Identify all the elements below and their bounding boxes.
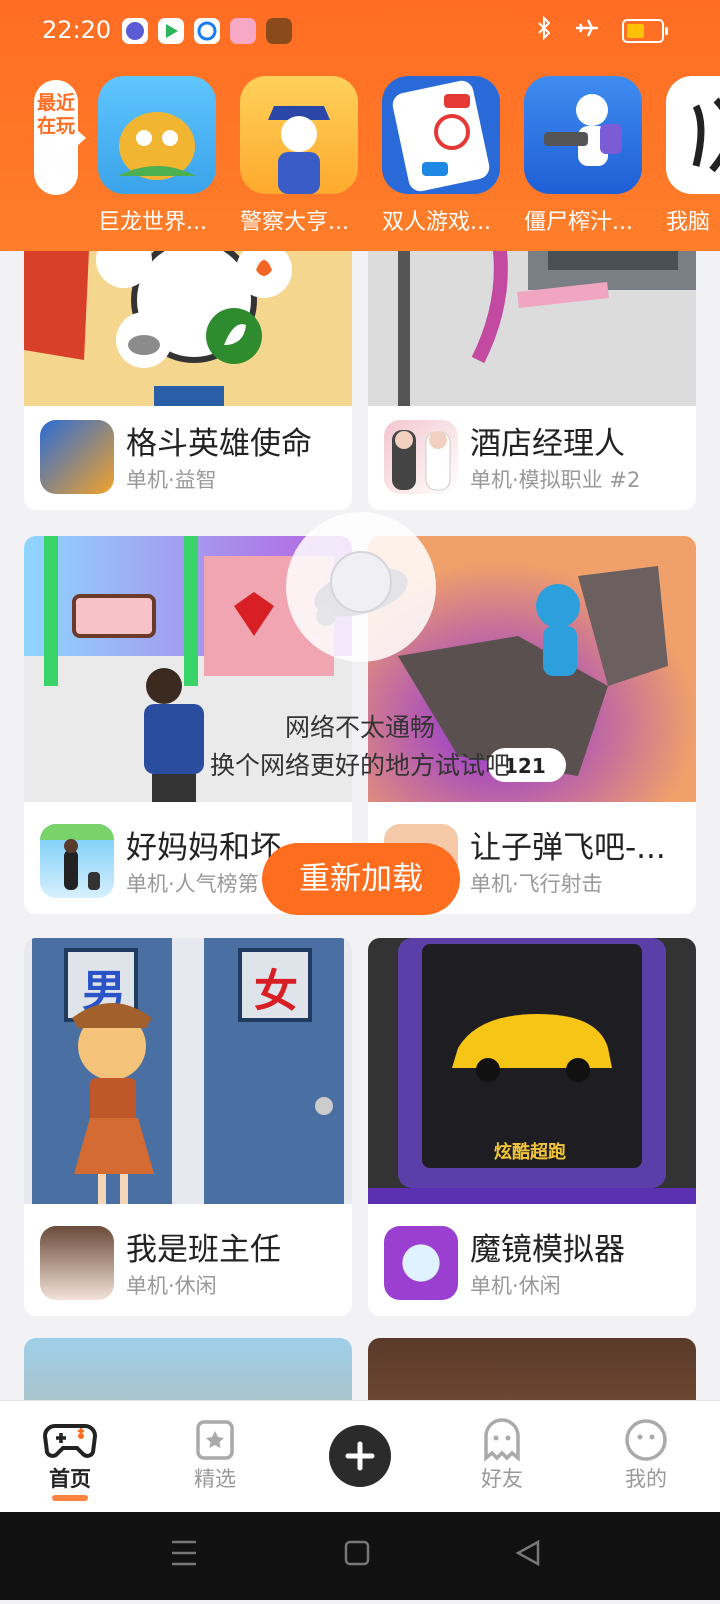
nav-featured-label: 精选 [194,1467,236,1491]
game-thumbnail[interactable]: 炫酷超跑 [368,938,696,1204]
nav-me[interactable]: 我的 [596,1417,696,1493]
game-tags: 单机·休闲 [126,1274,217,1298]
brain-game-icon[interactable] [666,76,720,194]
recent-game-name: 我脑 [666,210,711,235]
game-tags: 单机·休闲 [470,1274,561,1298]
add-button[interactable] [329,1425,391,1487]
active-indicator [52,1495,88,1501]
game-tags: 单机·益智 [126,468,217,492]
dragon-game-icon[interactable] [98,76,216,194]
recent-game-item[interactable]: 我脑 [666,76,720,236]
status-right [536,15,668,46]
browser-icon [122,18,148,44]
ghost-icon [452,1417,552,1463]
police-game-icon[interactable] [240,76,358,194]
nav-home[interactable]: 首页 [20,1417,120,1501]
bottom-navigation: 首页 精选 好友 我的 [0,1400,720,1513]
airplane-mode-icon [574,16,600,46]
recent-game-name: 僵尸榨汁... [524,210,633,235]
recently-played-tab[interactable]: 最近在玩 [34,80,86,195]
pig-app-icon [230,18,256,44]
nav-me-label: 我的 [625,1467,667,1491]
app-header: 22:20 最近在玩 巨龙世界... 警察大亨... 双人游戏... 僵尸榨汁.… [0,0,720,251]
recent-game-item[interactable]: 警察大亨... [240,76,358,236]
recent-game-name: 巨龙世界... [98,210,207,235]
nav-featured[interactable]: 精选 [165,1417,265,1493]
bluetooth-icon [536,15,552,46]
video-app-icon [158,18,184,44]
recently-played-list: 巨龙世界... 警察大亨... 双人游戏... 僵尸榨汁... 我脑 [98,76,720,236]
messenger-icon [194,18,220,44]
game-name: 好妈妈和坏 [126,830,281,866]
nav-friends-label: 好友 [481,1467,523,1491]
home-square-icon[interactable] [344,1540,370,1566]
system-navigation-bar [0,1512,720,1600]
car-caption: 炫酷超跑 [494,1141,566,1163]
recent-game-item[interactable]: 僵尸榨汁... [524,76,642,236]
plus-icon [345,1441,375,1471]
no-network-illustration [286,512,436,662]
back-triangle-icon[interactable] [515,1539,540,1567]
game-tags: 单机·飞行射击 [470,872,603,896]
recent-game-item[interactable]: 巨龙世界... [98,76,216,236]
game-name: 魔镜模拟器 [470,1232,625,1268]
menu-icon[interactable] [172,1540,196,1566]
game-icon[interactable] [40,420,114,494]
nav-home-label: 首页 [49,1467,91,1491]
recent-game-name: 双人游戏... [382,210,491,235]
nav-friends[interactable]: 好友 [452,1417,552,1493]
zombie-game-icon[interactable] [524,76,642,194]
status-bar: 22:20 [0,0,720,64]
game-card[interactable]: 男 女 我是班主任 单机·休闲 [24,938,352,1316]
reload-button[interactable]: 重新加载 [262,843,460,915]
game-name: 酒店经理人 [470,426,625,462]
game-icon[interactable] [40,1226,114,1300]
recent-game-item[interactable]: 双人游戏... [382,76,500,236]
error-message-line2: 换个网络更好的地方试试吧 [209,751,510,780]
gamepad-icon [20,1417,120,1463]
game-name: 让子弹飞吧-... [470,830,666,866]
battery-icon [622,19,668,43]
recent-game-name: 警察大亨... [240,210,349,235]
game-thumbnail[interactable]: 男 女 [24,938,352,1204]
two-player-game-icon[interactable] [382,76,500,194]
door-sign-right: 女 [254,966,298,1017]
smiley-icon [596,1417,696,1463]
game-name: 我是班主任 [126,1232,281,1268]
game-tags: 单机·人气榜第 [126,872,259,896]
game-app-icon [266,18,292,44]
game-icon[interactable] [40,824,114,898]
game-icon[interactable] [384,420,458,494]
error-message-line1: 网络不太通畅 [284,713,435,742]
bookmark-star-icon [165,1417,265,1463]
game-name: 格斗英雄使命 [126,426,312,462]
status-time: 22:20 [42,16,112,44]
game-tags: 单机·模拟职业 #2 [470,468,641,492]
game-icon[interactable] [384,1226,458,1300]
game-card[interactable]: 炫酷超跑 魔镜模拟器 单机·休闲 [368,938,696,1316]
